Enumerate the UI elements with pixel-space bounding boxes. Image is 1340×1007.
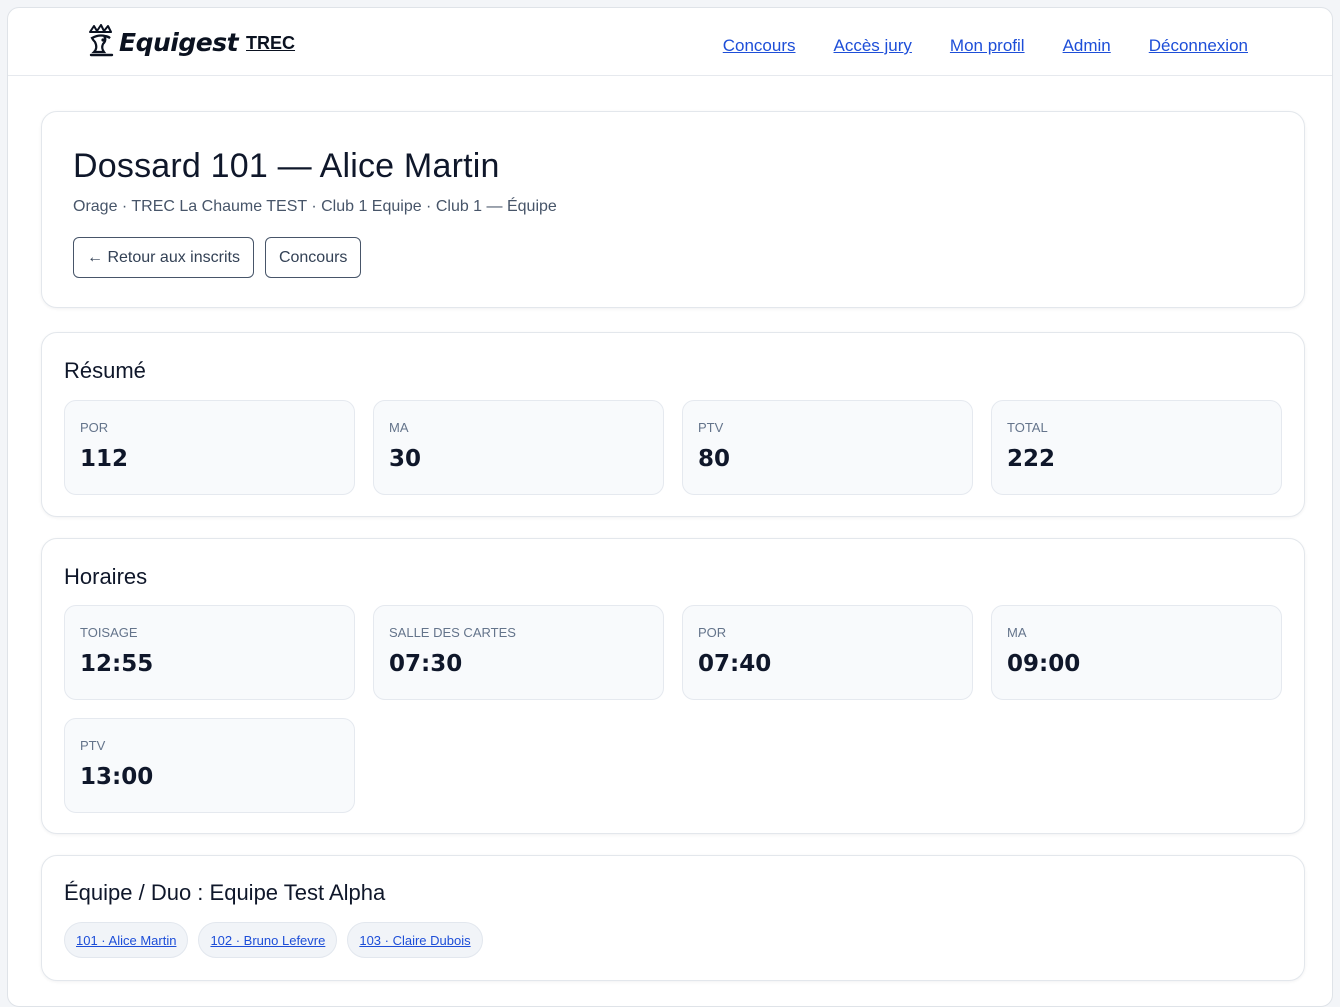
resume-card: Résumé POR 112 MA 30 PTV 80 TOTAL 222 bbox=[41, 332, 1305, 517]
stat-ma: MA 30 bbox=[373, 400, 664, 495]
time-value: 12:55 bbox=[80, 651, 154, 677]
time-value: 07:30 bbox=[389, 651, 463, 677]
app-window: Equigest TREC Concours Accès jury Mon pr… bbox=[7, 7, 1333, 1007]
time-value: 07:40 bbox=[698, 651, 772, 677]
team-member-chip[interactable]: 101 · Alice Martin bbox=[64, 922, 189, 958]
rider-subtitle: Orage · TREC La Chaume TEST · Club 1 Equ… bbox=[73, 198, 557, 215]
nav-deconnexion[interactable]: Déconnexion bbox=[1149, 36, 1248, 56]
stat-value: 30 bbox=[389, 446, 422, 472]
resume-title: Résumé bbox=[64, 358, 146, 383]
nav-concours[interactable]: Concours bbox=[723, 36, 796, 56]
team-member-chip[interactable]: 102 · Bruno Lefevre bbox=[198, 922, 338, 958]
time-por: POR 07:40 bbox=[682, 605, 973, 700]
team-members: 101 · Alice Martin 102 · Bruno Lefevre 1… bbox=[64, 922, 483, 958]
stat-label: TOTAL bbox=[1007, 420, 1048, 435]
time-value: 13:00 bbox=[80, 764, 154, 790]
stat-total: TOTAL 222 bbox=[991, 400, 1282, 495]
time-label: MA bbox=[1007, 625, 1027, 640]
nav-admin[interactable]: Admin bbox=[1063, 36, 1111, 56]
stat-por: POR 112 bbox=[64, 400, 355, 495]
stat-ptv: PTV 80 bbox=[682, 400, 973, 495]
top-navbar: Equigest TREC Concours Accès jury Mon pr… bbox=[8, 8, 1332, 76]
horaires-stats: TOISAGE 12:55 SALLE DES CARTES 07:30 POR… bbox=[64, 605, 1282, 813]
stat-value: 80 bbox=[698, 446, 731, 472]
stat-value: 112 bbox=[80, 446, 129, 472]
horaires-title: Horaires bbox=[64, 564, 148, 589]
concours-button[interactable]: Concours bbox=[264, 237, 362, 278]
stat-label: MA bbox=[389, 420, 409, 435]
resume-stats: POR 112 MA 30 PTV 80 TOTAL 222 bbox=[64, 400, 1282, 495]
nav-acces-jury[interactable]: Accès jury bbox=[834, 36, 912, 56]
rider-header-card: Dossard 101 — Alice Martin Orage · TREC … bbox=[41, 111, 1305, 308]
nav-mon-profil[interactable]: Mon profil bbox=[950, 36, 1025, 56]
time-label: SALLE DES CARTES bbox=[389, 625, 516, 640]
time-ma: MA 09:00 bbox=[991, 605, 1282, 700]
team-title: Équipe / Duo : Equipe Test Alpha bbox=[64, 880, 386, 905]
main-nav: Concours Accès jury Mon profil Admin Déc… bbox=[723, 36, 1248, 56]
brand[interactable]: Equigest TREC bbox=[86, 24, 295, 58]
time-label: POR bbox=[698, 625, 727, 640]
time-toisage: TOISAGE 12:55 bbox=[64, 605, 355, 700]
time-value: 09:00 bbox=[1007, 651, 1081, 677]
brand-name: Equigest bbox=[119, 28, 239, 57]
back-to-entries-button[interactable]: ← Retour aux inscrits bbox=[73, 237, 254, 278]
stat-label: PTV bbox=[698, 420, 724, 435]
page-title: Dossard 101 — Alice Martin bbox=[73, 147, 500, 185]
time-salle-des-cartes: SALLE DES CARTES 07:30 bbox=[373, 605, 664, 700]
time-label: PTV bbox=[80, 738, 106, 753]
team-member-chip[interactable]: 103 · Claire Dubois bbox=[347, 922, 483, 958]
horse-logo-icon bbox=[89, 24, 114, 57]
horaires-card: Horaires TOISAGE 12:55 SALLE DES CARTES … bbox=[41, 538, 1305, 834]
stat-label: POR bbox=[80, 420, 109, 435]
time-ptv: PTV 13:00 bbox=[64, 718, 355, 813]
brand-tag-link[interactable]: TREC bbox=[246, 28, 295, 58]
team-card: Équipe / Duo : Equipe Test Alpha 101 · A… bbox=[41, 855, 1305, 981]
stat-value: 222 bbox=[1007, 446, 1056, 472]
time-label: TOISAGE bbox=[80, 625, 138, 640]
header-actions: ← Retour aux inscrits Concours bbox=[73, 237, 362, 278]
